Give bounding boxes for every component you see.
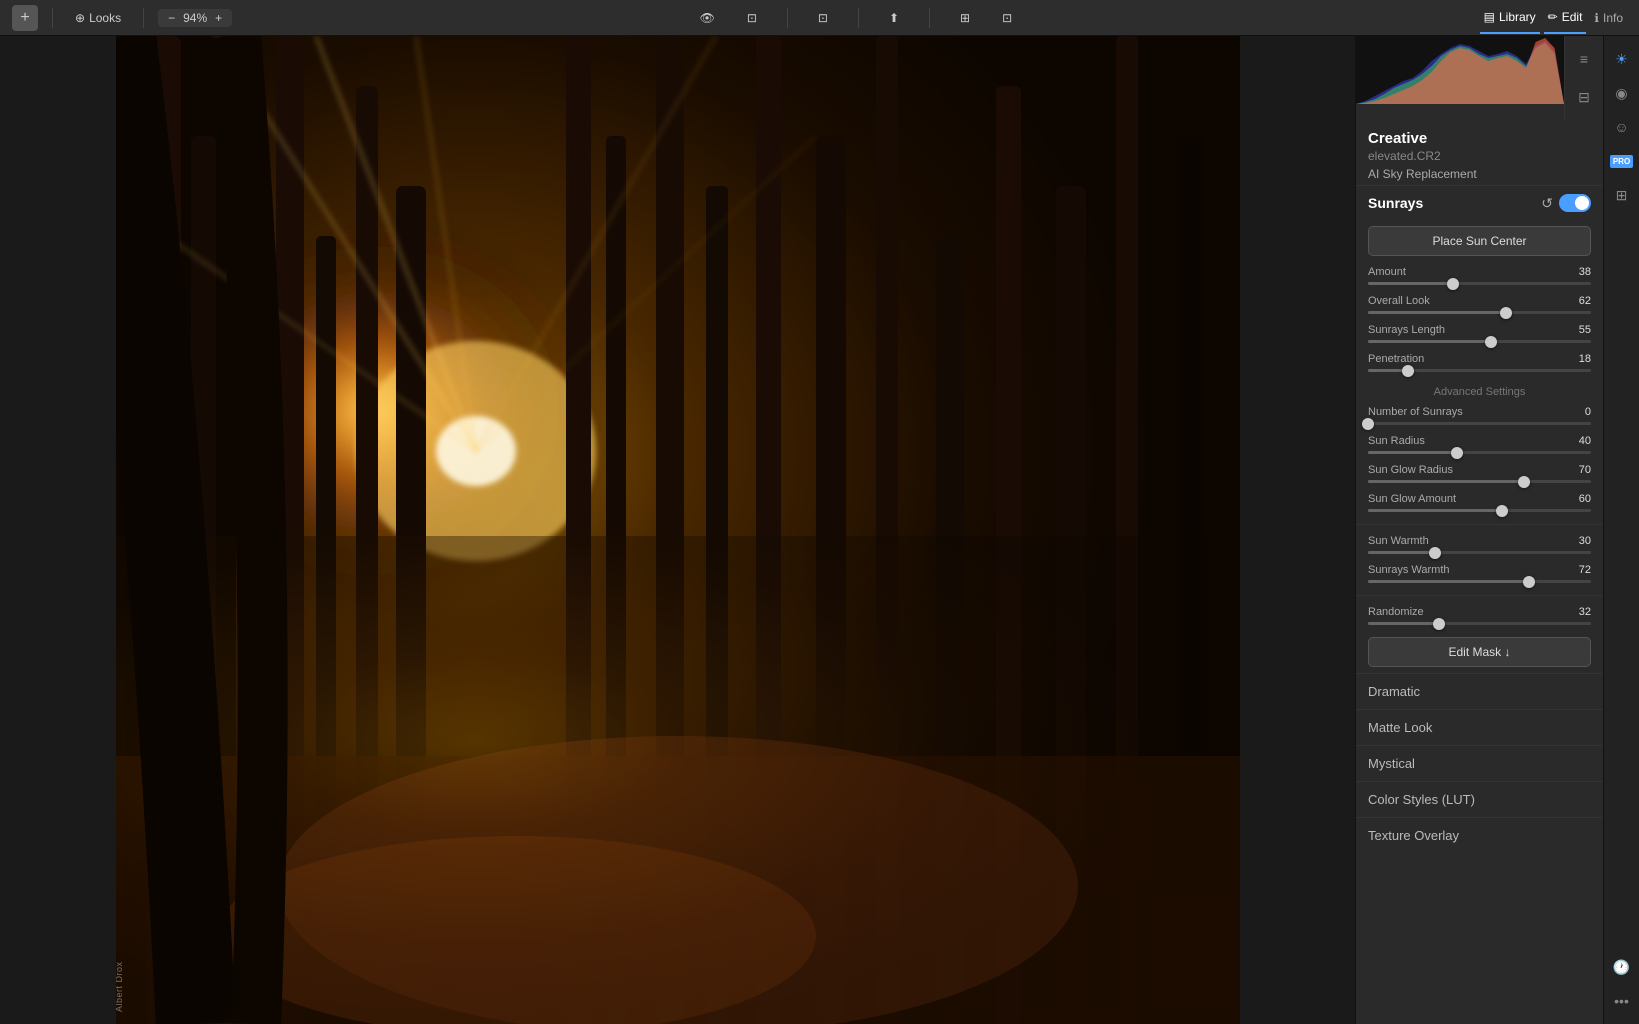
compare-button[interactable]: ⊡ <box>739 7 765 29</box>
toolbar: + ⊕ Looks − 94% + 👁 ⊡ ⊡ ⬆ ⊞ ⊡ ▤ Library … <box>0 0 1639 36</box>
list-item-texture-overlay[interactable]: Texture Overlay <box>1356 817 1603 853</box>
sun-radius-track[interactable] <box>1368 451 1591 454</box>
number-of-sunrays-track[interactable] <box>1368 422 1591 425</box>
list-item-dramatic[interactable]: Dramatic <box>1356 673 1603 709</box>
penetration-track[interactable] <box>1368 369 1591 372</box>
crop-button[interactable]: ⊡ <box>810 7 836 29</box>
section-title: Creative <box>1368 130 1591 147</box>
list-item-mystical[interactable]: Mystical <box>1356 745 1603 781</box>
amount-track[interactable] <box>1368 282 1591 285</box>
slider-sun-glow-radius: Sun Glow Radius 70 <box>1356 460 1603 489</box>
ai-sky-replacement-link[interactable]: AI Sky Replacement <box>1368 167 1591 181</box>
far-right-icons: ☀ ◉ ☺ PRO ⊞ 🕐 ••• <box>1603 36 1639 1024</box>
divider-2 <box>1356 595 1603 596</box>
grid-button[interactable]: ⊞ <box>952 7 978 29</box>
file-name: elevated.CR2 <box>1368 149 1591 163</box>
sun-adjust-icon-btn[interactable]: ☀ <box>1607 44 1637 74</box>
toolbar-center: 👁 ⊡ ⊡ ⬆ ⊞ ⊡ <box>240 7 1471 29</box>
place-sun-center-button[interactable]: Place Sun Center <box>1368 226 1591 256</box>
color-wheel-icon-btn[interactable]: ◉ <box>1607 78 1637 108</box>
sun-glow-amount-track[interactable] <box>1368 509 1591 512</box>
looks-icon: ⊕ <box>75 11 85 25</box>
randomize-track[interactable] <box>1368 622 1591 625</box>
sunrays-warmth-track[interactable] <box>1368 580 1591 583</box>
toolbar-right: ▤ Library ✏ Edit ℹ Info <box>1480 2 1627 34</box>
sunrays-toggle[interactable] <box>1559 194 1591 212</box>
slider-sun-warmth: Sun Warmth 30 <box>1356 531 1603 560</box>
slider-sunrays-warmth: Sunrays Warmth 72 <box>1356 560 1603 589</box>
tab-edit[interactable]: ✏ Edit <box>1544 2 1587 34</box>
tab-info[interactable]: ℹ Info <box>1590 3 1627 33</box>
zoom-control: − 94% + <box>158 9 232 27</box>
separator-5 <box>929 8 930 28</box>
history-icon-btn[interactable]: 🕐 <box>1607 952 1637 982</box>
list-item-color-styles[interactable]: Color Styles (LUT) <box>1356 781 1603 817</box>
tab-library[interactable]: ▤ Library <box>1480 2 1540 34</box>
zoom-level: 94% <box>183 11 207 25</box>
sunrays-title: Sunrays <box>1368 195 1423 211</box>
library-icon: ▤ <box>1484 10 1495 24</box>
advanced-sliders: Number of Sunrays 0 Sun Radius 40 <box>1356 402 1603 631</box>
panel-side-icons: ≡ ⊟ <box>1564 36 1603 120</box>
slider-amount: Amount 38 <box>1356 262 1603 291</box>
edit-icon: ✏ <box>1548 10 1558 24</box>
export-button[interactable]: ⬆ <box>881 7 907 29</box>
panel-content: Creative elevated.CR2 AI Sky Replacement… <box>1356 120 1603 1024</box>
info-icon: ℹ <box>1594 11 1599 25</box>
main-area: Albert Drox <box>0 36 1639 1024</box>
slider-penetration: Penetration 18 <box>1356 349 1603 378</box>
photo-area: Albert Drox <box>0 36 1355 1024</box>
section-header: Creative elevated.CR2 AI Sky Replacement <box>1356 120 1603 185</box>
layers-icon-btn-right[interactable]: ⊞ <box>1607 180 1637 210</box>
overall-look-track[interactable] <box>1368 311 1591 314</box>
face-icon-btn[interactable]: ☺ <box>1607 112 1637 142</box>
fullscreen-button[interactable]: ⊡ <box>994 7 1020 29</box>
histogram <box>1356 36 1564 104</box>
main-sliders: Amount 38 Overall Look 62 <box>1356 262 1603 378</box>
list-item-matte-look[interactable]: Matte Look <box>1356 709 1603 745</box>
slider-sunrays-length: Sunrays Length 55 <box>1356 320 1603 349</box>
panel-list: Dramatic Matte Look Mystical Color Style… <box>1356 673 1603 853</box>
separator-1 <box>52 8 53 28</box>
sunrays-section-header: Sunrays ↺ <box>1356 185 1603 220</box>
photo-canvas: Albert Drox <box>116 36 1240 1024</box>
sunrays-reset-button[interactable]: ↺ <box>1541 195 1553 212</box>
layers-icon-btn[interactable]: ≡ <box>1569 44 1599 74</box>
slider-randomize: Randomize 32 <box>1356 602 1603 631</box>
sunrays-controls: ↺ <box>1541 194 1591 212</box>
advanced-settings-label: Advanced Settings <box>1356 378 1603 402</box>
slider-sun-glow-amount: Sun Glow Amount 60 <box>1356 489 1603 518</box>
sunrays-length-track[interactable] <box>1368 340 1591 343</box>
separator-2 <box>143 8 144 28</box>
divider-1 <box>1356 524 1603 525</box>
slider-overall-look: Overall Look 62 <box>1356 291 1603 320</box>
histogram-svg <box>1356 36 1564 104</box>
separator-4 <box>858 8 859 28</box>
right-panel: ≡ ⊟ Creative elevated.CR2 AI Sky Replace… <box>1355 36 1603 1024</box>
slider-sun-radius: Sun Radius 40 <box>1356 431 1603 460</box>
zoom-out-button[interactable]: − <box>164 11 179 25</box>
edit-mask-button[interactable]: Edit Mask ↓ <box>1368 637 1591 667</box>
looks-label: Looks <box>89 11 121 25</box>
separator-3 <box>787 8 788 28</box>
pro-badge-btn[interactable]: PRO <box>1607 146 1637 176</box>
sun-glow-radius-track[interactable] <box>1368 480 1591 483</box>
slider-number-of-sunrays: Number of Sunrays 0 <box>1356 402 1603 431</box>
sliders-icon-btn[interactable]: ⊟ <box>1569 82 1599 112</box>
histogram-area: ≡ ⊟ <box>1356 36 1603 120</box>
more-options-icon-btn[interactable]: ••• <box>1607 986 1637 1016</box>
zoom-in-button[interactable]: + <box>211 11 226 25</box>
forest-svg <box>116 36 1240 1024</box>
sun-warmth-track[interactable] <box>1368 551 1591 554</box>
preview-button[interactable]: 👁 <box>692 7 723 29</box>
add-button[interactable]: + <box>12 5 38 31</box>
looks-button[interactable]: ⊕ Looks <box>67 7 129 29</box>
photo-credit: Albert Drox <box>116 961 124 1012</box>
